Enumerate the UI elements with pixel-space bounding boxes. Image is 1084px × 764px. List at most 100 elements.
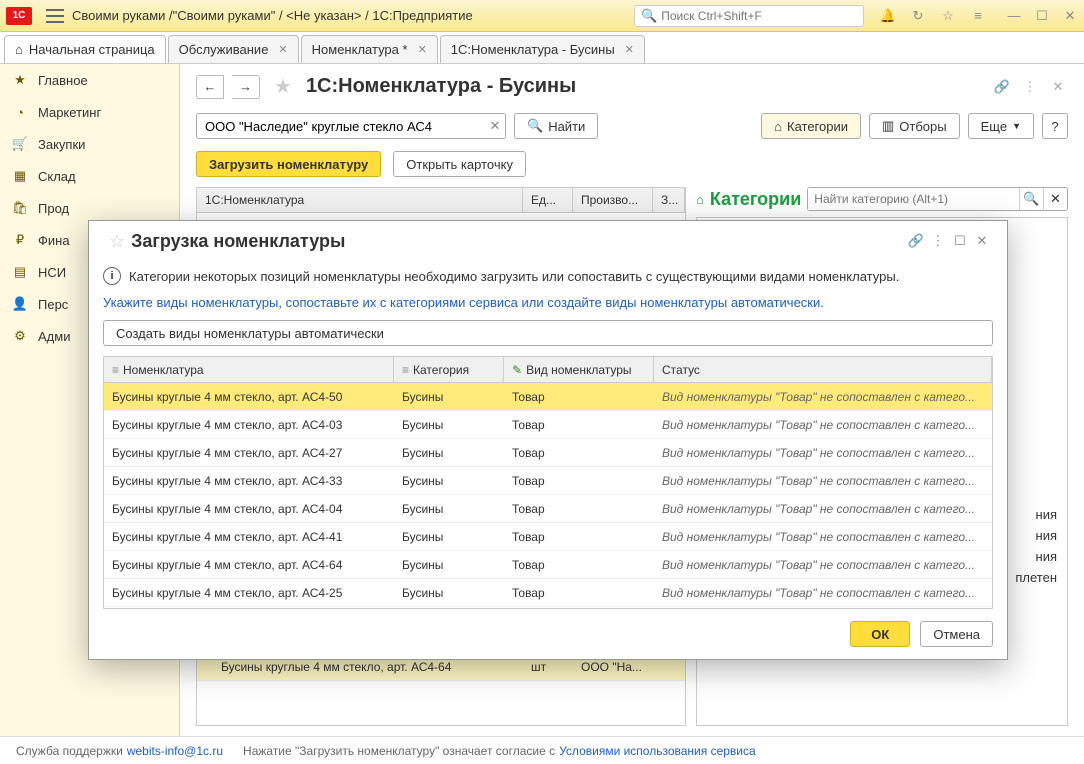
ok-button[interactable]: ОК xyxy=(850,621,910,647)
sidebar-item-warehouse[interactable]: ▦Склад xyxy=(0,160,179,192)
table-cell: Вид номенклатуры "Товар" не сопоставлен … xyxy=(654,390,992,404)
search-icon: 🔍 xyxy=(527,118,543,134)
dialog-link-row: Укажите виды номенклатуры, сопоставьте и… xyxy=(89,291,1007,320)
link-icon[interactable]: 🔗 xyxy=(905,233,927,249)
dialog-instruction-link[interactable]: Укажите виды номенклатуры, сопоставьте и… xyxy=(103,295,824,310)
table-row[interactable]: Бусины круглые 4 мм стекло, арт. АС4-27Б… xyxy=(104,439,992,467)
column-header[interactable]: Произво... xyxy=(573,188,653,212)
search-input[interactable] xyxy=(197,119,485,134)
tab-label: Номенклатура * xyxy=(312,42,408,57)
column-header[interactable]: Ед... xyxy=(523,188,573,212)
search-icon: 🔍 xyxy=(641,8,657,24)
tree-item-label: плетен xyxy=(1015,570,1057,585)
dialog-table-body[interactable]: Бусины круглые 4 мм стекло, арт. АС4-50Б… xyxy=(104,383,992,608)
search-icon[interactable]: 🔍 xyxy=(1019,188,1043,210)
more-icon[interactable]: ⋮ xyxy=(927,233,949,249)
menu-icon[interactable] xyxy=(46,9,64,23)
sidebar-item-label: Прод xyxy=(38,201,69,216)
cart-icon: 🛒 xyxy=(12,136,28,152)
search-field[interactable]: ✕ xyxy=(196,113,506,139)
column-header[interactable]: 1С:Номенклатура xyxy=(197,188,523,212)
terms-link[interactable]: Условиями использования сервиса xyxy=(559,744,756,758)
close-button[interactable]: ✕ xyxy=(1062,8,1078,24)
history-icon[interactable]: ↻ xyxy=(910,8,926,24)
category-search[interactable]: 🔍 ✕ xyxy=(807,187,1068,211)
table-row[interactable]: Бусины круглые 4 мм стекло, арт. АС4-50Б… xyxy=(104,383,992,411)
tab-maintenance[interactable]: Обслуживание ✕ xyxy=(168,35,299,63)
table-cell: Бусины круглые 4 мм стекло, арт. АС4-25 xyxy=(104,586,394,600)
button-label: Еще xyxy=(981,119,1007,134)
support-link[interactable]: webits-info@1c.ru xyxy=(127,744,223,758)
table-cell: шт xyxy=(523,660,573,674)
toolbar-search: ✕ 🔍 Найти ⌂Категории ▥Отборы Еще▼ ? xyxy=(180,109,1084,147)
close-icon[interactable]: ✕ xyxy=(625,43,634,56)
bell-icon[interactable]: 🔔 xyxy=(880,8,896,24)
find-button[interactable]: 🔍 Найти xyxy=(514,113,598,139)
table-row[interactable]: Бусины круглые 4 мм стекло, арт. АС4-64Б… xyxy=(104,551,992,579)
tree-item-label: ния xyxy=(1036,528,1057,543)
sidebar-item-marketing[interactable]: ◔Маркетинг xyxy=(0,96,179,128)
column-header[interactable]: ≡Категория xyxy=(394,357,504,382)
close-icon[interactable]: ✕ xyxy=(278,43,287,56)
filters-button[interactable]: ▥Отборы xyxy=(869,113,960,139)
table-cell: Бусины круглые 4 мм стекло, арт. АС4-33 xyxy=(104,474,394,488)
close-icon[interactable]: ✕ xyxy=(418,43,427,56)
lines-icon[interactable]: ≡ xyxy=(970,8,986,24)
table-cell: Бусины xyxy=(394,418,504,432)
help-button[interactable]: ? xyxy=(1042,113,1068,139)
column-header[interactable]: ✎Вид номенклатуры xyxy=(504,357,654,382)
sidebar-item-main[interactable]: ★Главное xyxy=(0,64,179,96)
titlebar-icons: 🔔 ↻ ☆ ≡ xyxy=(880,8,986,24)
table-cell: Бусины круглые 4 мм стекло, арт. АС4-64 xyxy=(197,660,523,674)
table-row[interactable]: Бусины круглые 4 мм стекло, арт. АС4-25Б… xyxy=(104,579,992,607)
home-icon: ⌂ xyxy=(15,42,23,57)
more-icon[interactable]: ⋮ xyxy=(1020,79,1040,95)
logo-1c: 1C xyxy=(6,7,32,25)
favorite-icon[interactable]: ☆ xyxy=(109,231,125,252)
global-search-input[interactable] xyxy=(661,9,857,23)
sidebar-item-purchases[interactable]: 🛒Закупки xyxy=(0,128,179,160)
link-icon[interactable]: 🔗 xyxy=(992,79,1012,95)
favorite-icon[interactable]: ★ xyxy=(274,74,292,99)
table-cell: Товар xyxy=(504,474,654,488)
column-header[interactable]: Статус xyxy=(654,357,992,382)
button-label: Найти xyxy=(548,119,585,134)
minimize-button[interactable]: — xyxy=(1006,8,1022,24)
cancel-button[interactable]: Отмена xyxy=(920,621,993,647)
categories-button[interactable]: ⌂Категории xyxy=(761,113,861,139)
table-row[interactable]: Бусины круглые 4 мм стекло, арт. АС4-33Б… xyxy=(104,467,992,495)
close-icon[interactable]: ✕ xyxy=(1048,79,1068,95)
table-row[interactable]: Бусины круглые 4 мм стекло, арт. АС4-03Б… xyxy=(104,411,992,439)
sidebar-item-label: Адми xyxy=(38,329,70,344)
column-header[interactable]: ≡Номенклатура xyxy=(104,357,394,382)
clear-icon[interactable]: ✕ xyxy=(1043,188,1067,210)
table-cell: Вид номенклатуры "Товар" не сопоставлен … xyxy=(654,558,992,572)
tab-1c-nomenclature-beads[interactable]: 1С:Номенклатура - Бусины ✕ xyxy=(440,35,645,63)
tabbar: ⌂ Начальная страница Обслуживание ✕ Номе… xyxy=(0,32,1084,64)
clear-icon[interactable]: ✕ xyxy=(485,118,505,134)
sidebar-item-label: Фина xyxy=(38,233,70,248)
category-search-input[interactable] xyxy=(808,188,1019,210)
column-header[interactable]: З... xyxy=(653,188,685,212)
tab-home[interactable]: ⌂ Начальная страница xyxy=(4,35,166,63)
table-row[interactable]: Бусины круглые 4 мм стекло, арт. АС4-41Б… xyxy=(104,523,992,551)
nav-back-button[interactable]: ← xyxy=(196,75,224,99)
table-row[interactable]: Бусины круглые 4 мм стекло, арт. АС4-04Б… xyxy=(104,495,992,523)
more-button[interactable]: Еще▼ xyxy=(968,113,1034,139)
tab-nomenclature[interactable]: Номенклатура * ✕ xyxy=(301,35,438,63)
column-label: Вид номенклатуры xyxy=(526,363,632,377)
maximize-icon[interactable]: ☐ xyxy=(949,233,971,249)
auto-create-types-button[interactable]: Создать виды номенклатуры автоматически xyxy=(103,320,993,346)
load-nomenclature-button[interactable]: Загрузить номенклатуру xyxy=(196,151,381,177)
star-icon[interactable]: ☆ xyxy=(940,8,956,24)
table-cell: Бусины круглые 4 мм стекло, арт. АС4-27 xyxy=(104,446,394,460)
close-icon[interactable]: ✕ xyxy=(971,233,993,249)
table-cell: Вид номенклатуры "Товар" не сопоставлен … xyxy=(654,586,992,600)
table-cell: Бусины круглые 4 мм стекло, арт. АС4-04 xyxy=(104,502,394,516)
maximize-button[interactable]: ☐ xyxy=(1034,8,1050,24)
tab-label: Обслуживание xyxy=(179,42,269,57)
global-search[interactable]: 🔍 xyxy=(634,5,864,27)
table-cell: Вид номенклатуры "Товар" не сопоставлен … xyxy=(654,418,992,432)
nav-forward-button[interactable]: → xyxy=(232,75,260,99)
open-card-button[interactable]: Открыть карточку xyxy=(393,151,526,177)
